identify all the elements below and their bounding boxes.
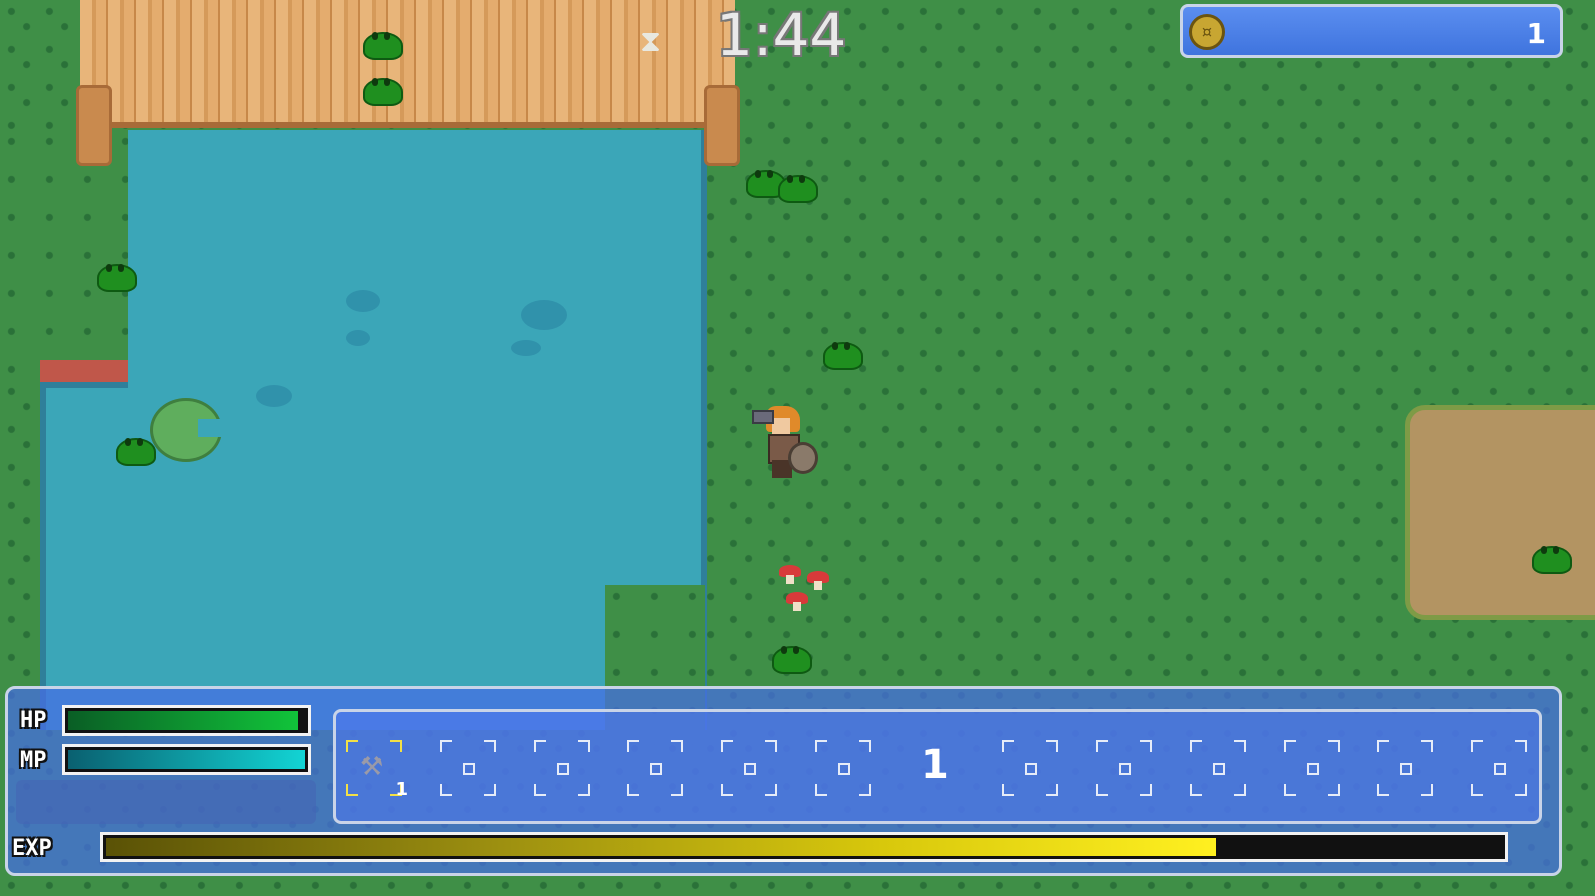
slot-quantity: 1: [395, 779, 408, 800]
slime-enemy[interactable]: [1532, 546, 1572, 574]
hotbar-slot[interactable]: [1096, 740, 1152, 796]
hp-label: HP: [20, 708, 47, 733]
dirt-ledge: [40, 360, 128, 388]
hp-bar: [62, 705, 311, 736]
slime-enemy[interactable]: [772, 646, 812, 674]
shore: [0, 130, 128, 375]
empty-slot-icon: [1213, 763, 1225, 775]
mushroom[interactable]: [786, 592, 808, 612]
axe-icon: ⚒: [360, 752, 384, 782]
dock-post: [76, 85, 112, 166]
mp-bar: [62, 744, 311, 775]
slime-enemy[interactable]: [746, 170, 786, 198]
empty-slot-icon: [1307, 763, 1319, 775]
dirt-patch: [1405, 405, 1595, 620]
slime-enemy[interactable]: [116, 438, 156, 466]
status-panel: [16, 780, 316, 824]
mushroom[interactable]: [779, 565, 801, 585]
hotbar-slot[interactable]: [1002, 740, 1058, 796]
empty-slot-icon: [1025, 763, 1037, 775]
hourglass-icon: ⧗: [640, 24, 662, 59]
empty-slot-icon: [1119, 763, 1131, 775]
hotbar-slot[interactable]: [815, 740, 871, 796]
coin-count: 1: [1526, 17, 1546, 50]
hotbar-slot[interactable]: [1284, 740, 1340, 796]
hotbar-slot[interactable]: [1471, 740, 1527, 796]
hotbar-slot[interactable]: [1190, 740, 1246, 796]
mushroom[interactable]: [807, 571, 829, 591]
wooden-dock: [80, 0, 735, 128]
empty-slot-icon: [1494, 763, 1506, 775]
slime-enemy[interactable]: [363, 78, 403, 106]
hp-bar-fill: [68, 711, 298, 730]
empty-slot-icon: [744, 763, 756, 775]
slime-enemy[interactable]: [363, 32, 403, 60]
empty-slot-icon: [838, 763, 850, 775]
exp-label: EXP: [12, 836, 52, 861]
hotbar-slot[interactable]: [1377, 740, 1433, 796]
coin-counter: ¤ 1: [1180, 4, 1563, 58]
slime-enemy[interactable]: [778, 175, 818, 203]
hotbar-slot[interactable]: [440, 740, 496, 796]
empty-slot-icon: [650, 763, 662, 775]
lily-pad: [150, 398, 222, 462]
mp-label: MP: [20, 748, 47, 773]
coin-icon: ¤: [1189, 14, 1225, 50]
hotbar: ⚒ 1 1: [333, 709, 1542, 824]
exp-bar-fill: [106, 838, 1216, 856]
empty-slot-icon: [463, 763, 475, 775]
slime-enemy[interactable]: [823, 342, 863, 370]
slime-enemy[interactable]: [97, 264, 137, 292]
dock-post: [704, 85, 740, 166]
hotbar-slot[interactable]: [721, 740, 777, 796]
empty-slot-icon: [1400, 763, 1412, 775]
hotbar-slot[interactable]: ⚒ 1: [346, 740, 408, 800]
mp-bar-fill: [68, 750, 305, 769]
level-number: 1: [921, 742, 949, 788]
hotbar-slot[interactable]: [534, 740, 590, 796]
survival-timer: 1:44: [716, 1, 847, 69]
empty-slot-icon: [557, 763, 569, 775]
hotbar-slot[interactable]: [627, 740, 683, 796]
exp-bar: [100, 832, 1508, 862]
player-character: [752, 402, 818, 480]
